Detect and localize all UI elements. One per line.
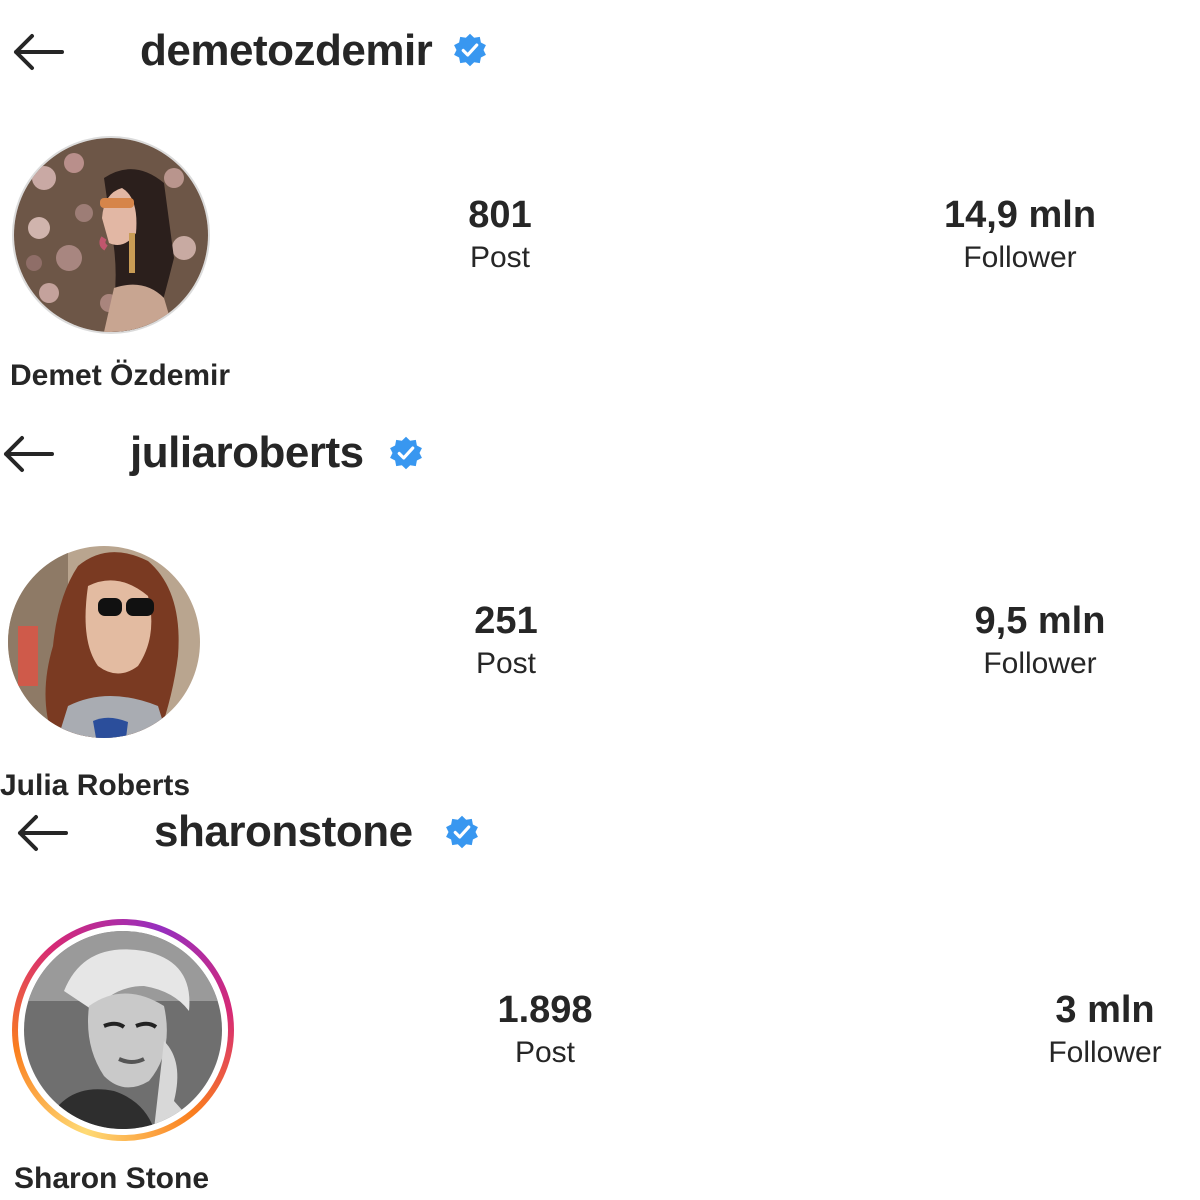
avatar[interactable] [12,136,210,334]
back-arrow-icon [18,815,68,851]
avatar-story-ring[interactable] [12,919,234,1141]
posts-label: Post [475,647,537,680]
back-arrow-icon [14,34,64,70]
back-button[interactable] [0,434,56,474]
posts-count: 251 [474,600,538,642]
followers-count: 3 mln [1055,989,1155,1031]
profile-header-juliaroberts: juliaroberts 251 Post 9,5 mln Follower J… [0,400,1200,805]
avatar[interactable] [8,546,200,738]
posts-label: Post [469,241,531,274]
followers-label: Follower [963,241,1077,274]
followers-stat[interactable]: 14,9 mln Follower [900,192,1140,278]
back-button[interactable] [10,32,66,72]
back-button[interactable] [14,813,70,853]
verified-badge-icon [390,436,422,470]
profile-header-demetozdemir: demetozdemir 801 Post 14,9 mln Follower … [0,0,1200,400]
verified-badge-icon [454,33,486,67]
full-name: Julia Roberts [0,769,191,802]
full-name: Sharon Stone [14,1162,210,1195]
posts-label: Post [514,1036,576,1069]
verified-badge-icon [446,815,478,849]
followers-label: Follower [983,647,1097,680]
username: juliaroberts [130,428,364,477]
followers-stat[interactable]: 3 mln Follower [985,987,1200,1073]
posts-stat[interactable]: 251 Post [406,598,606,684]
posts-stat[interactable]: 1.898 Post [445,987,645,1073]
posts-count: 801 [468,194,532,236]
posts-stat[interactable]: 801 Post [400,192,600,278]
avatar [18,925,228,1135]
followers-count: 14,9 mln [943,194,1097,236]
followers-stat[interactable]: 9,5 mln Follower [920,598,1160,684]
back-arrow-icon [4,436,54,472]
followers-label: Follower [1048,1036,1162,1069]
posts-count: 1.898 [497,989,593,1031]
username: sharonstone [154,807,413,856]
profile-header-sharonstone: sharonstone 1.898 Post 3 mln Follower Sh… [0,805,1200,1200]
username: demetozdemir [140,26,433,75]
followers-count: 9,5 mln [974,600,1106,642]
full-name: Demet Özdemir [10,359,231,392]
